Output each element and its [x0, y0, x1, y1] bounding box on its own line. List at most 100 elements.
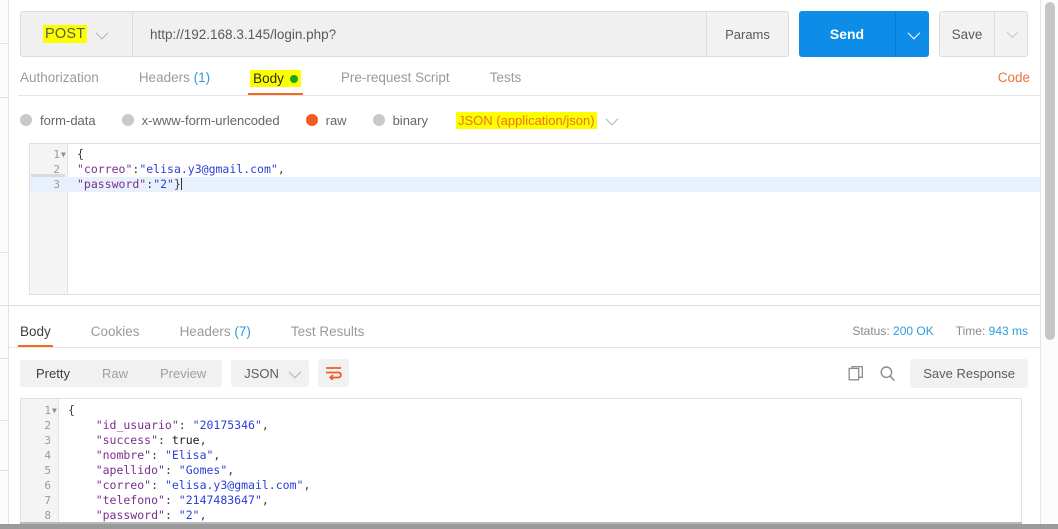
response-tab-body[interactable]: Body	[18, 320, 53, 348]
tab-label: Body	[253, 71, 284, 86]
chevron-down-icon	[907, 26, 921, 39]
save-button[interactable]: Save	[940, 12, 994, 56]
code-link[interactable]: Code	[998, 70, 1030, 85]
status-badge: Status: 200 OK	[852, 324, 933, 338]
copy-button[interactable]	[848, 365, 865, 382]
response-format-selector[interactable]: JSON	[231, 359, 309, 387]
code-line[interactable]: 3 "password":"2"}	[30, 177, 1041, 192]
body-present-dot-icon	[289, 74, 298, 83]
word-wrap-toggle[interactable]	[317, 359, 349, 387]
radio-icon	[20, 114, 32, 126]
code-text: "telefono": "2147483647",	[68, 493, 269, 507]
body-type-raw[interactable]: raw	[305, 113, 347, 128]
line-number: 2	[44, 419, 51, 432]
response-tab-test-results[interactable]: Test Results	[291, 320, 365, 348]
code-text: "correo": "elisa.y3@gmail.com",	[68, 478, 311, 492]
fold-arrow-icon[interactable]: ▼	[61, 147, 66, 162]
body-type-binary[interactable]: binary	[372, 112, 428, 128]
code-text: "id_usuario": "20175346",	[68, 418, 269, 432]
code-line[interactable]: 2 "correo":"elisa.y3@gmail.com",	[30, 162, 1041, 177]
raw-format-selector[interactable]: JSON (application/json)	[456, 111, 618, 129]
code-text: "apellido": "Gomes",	[68, 463, 235, 477]
format-label: JSON	[244, 365, 279, 381]
code-line[interactable]: 7 "telefono": "2147483647",	[21, 493, 1021, 508]
code-text: "password": "2",	[68, 508, 207, 522]
method-label: POST	[43, 25, 88, 43]
line-number: 5	[44, 464, 51, 477]
view-mode-preview[interactable]: Preview	[144, 360, 222, 387]
time-value: 943 ms	[988, 324, 1028, 338]
send-button[interactable]: Send	[799, 11, 895, 57]
response-tab-headers[interactable]: Headers (7)	[180, 320, 251, 348]
scrollbar-thumb[interactable]	[1045, 2, 1055, 340]
tab-headers[interactable]: Headers (1)	[139, 66, 210, 94]
tab-count: (1)	[193, 70, 211, 85]
code-line[interactable]: 3 "success": true,	[21, 433, 1021, 448]
response-pane: Body Cookies Headers (7) Test Results St…	[9, 306, 1040, 529]
code-line[interactable]: 6 "correo": "elisa.y3@gmail.com",	[21, 478, 1021, 493]
page-vertical-scrollbar[interactable]	[1040, 0, 1058, 529]
response-viewer-toolbar: Pretty Raw Preview JSON	[20, 358, 349, 388]
code-line[interactable]: 1 ▼ {	[30, 147, 1041, 162]
chevron-down-icon	[95, 26, 109, 39]
chevron-down-icon	[1006, 26, 1019, 39]
radio-icon	[372, 114, 385, 126]
request-body-editor[interactable]: 1 ▼ {2 "correo":"elisa.y3@gmail.com", 3 "pass…	[29, 143, 1042, 295]
chevron-down-icon	[605, 112, 618, 125]
code-line[interactable]: 8 "password": "2",	[21, 508, 1021, 523]
line-number: 2	[53, 163, 60, 176]
line-number: 8	[44, 509, 51, 522]
tab-label: Authorization	[20, 70, 99, 85]
search-button[interactable]	[879, 365, 896, 382]
code-text: {	[68, 403, 75, 417]
body-type-row: form-data x-www-form-urlencoded raw bina…	[20, 106, 618, 134]
copy-icon	[848, 365, 864, 380]
search-icon	[880, 365, 896, 381]
save-options-button[interactable]	[994, 12, 1027, 56]
fold-arrow-icon[interactable]: ▼	[52, 403, 57, 418]
url-input[interactable]: http://192.168.3.145/login.php?	[133, 11, 707, 57]
radio-icon	[121, 114, 134, 126]
response-meta: Status: 200 OK Time: 943 ms	[852, 324, 1028, 338]
tab-pre-request-script[interactable]: Pre-request Script	[341, 66, 450, 94]
tab-body[interactable]: Body	[248, 66, 303, 96]
send-options-button[interactable]	[895, 11, 929, 57]
code-text: {	[77, 147, 84, 161]
line-number: 7	[44, 494, 51, 507]
body-type-urlencoded[interactable]: x-www-form-urlencoded	[121, 112, 280, 128]
view-mode-raw[interactable]: Raw	[86, 360, 144, 387]
radio-label: binary	[392, 112, 428, 128]
view-mode-segmented: Pretty Raw Preview	[20, 359, 223, 387]
view-mode-pretty[interactable]: Pretty	[20, 360, 86, 387]
params-button[interactable]: Params	[707, 11, 789, 57]
request-tabs-divider	[18, 95, 1049, 96]
save-group: Save	[939, 11, 1028, 57]
code-line[interactable]: 4 "nombre": "Elisa",	[21, 448, 1021, 463]
code-line[interactable]: 2 "id_usuario": "20175346",	[21, 418, 1021, 433]
line-number: 3	[44, 434, 51, 447]
tab-label: Test Results	[290, 324, 365, 339]
tab-label: Body	[20, 324, 51, 339]
tab-label: Cookies	[90, 324, 140, 339]
request-pane: POST http://192.168.3.145/login.php? Par…	[9, 0, 1049, 305]
code-line[interactable]: 5 "apellido": "Gomes",	[21, 463, 1021, 478]
code-line[interactable]: 1 ▼ {	[21, 403, 1021, 418]
tab-authorization[interactable]: Authorization	[20, 66, 99, 94]
send-group: Send	[799, 11, 929, 57]
response-body-editor[interactable]: 1 ▼{2 "id_usuario": "20175346", 3 "success…	[20, 398, 1022, 529]
save-response-button[interactable]: Save Response	[910, 358, 1028, 388]
text-cursor	[180, 178, 182, 190]
tab-tests[interactable]: Tests	[490, 66, 522, 94]
code-text: "success": true,	[68, 433, 207, 447]
tab-label: Pre-request Script	[340, 70, 450, 85]
body-type-form-data[interactable]: form-data	[20, 113, 96, 128]
radio-label: x-www-form-urlencoded	[141, 112, 280, 128]
radio-selected-icon	[305, 114, 318, 126]
response-tab-cookies[interactable]: Cookies	[91, 320, 140, 348]
line-number: 6	[44, 479, 51, 492]
code-text: "password":"2"}	[77, 177, 182, 191]
tab-label: Headers	[138, 70, 190, 85]
method-selector[interactable]: POST	[20, 11, 133, 57]
request-tabs: Authorization Headers (1) Body Pre-reque…	[20, 66, 1028, 96]
radio-label: form-data	[40, 112, 96, 128]
